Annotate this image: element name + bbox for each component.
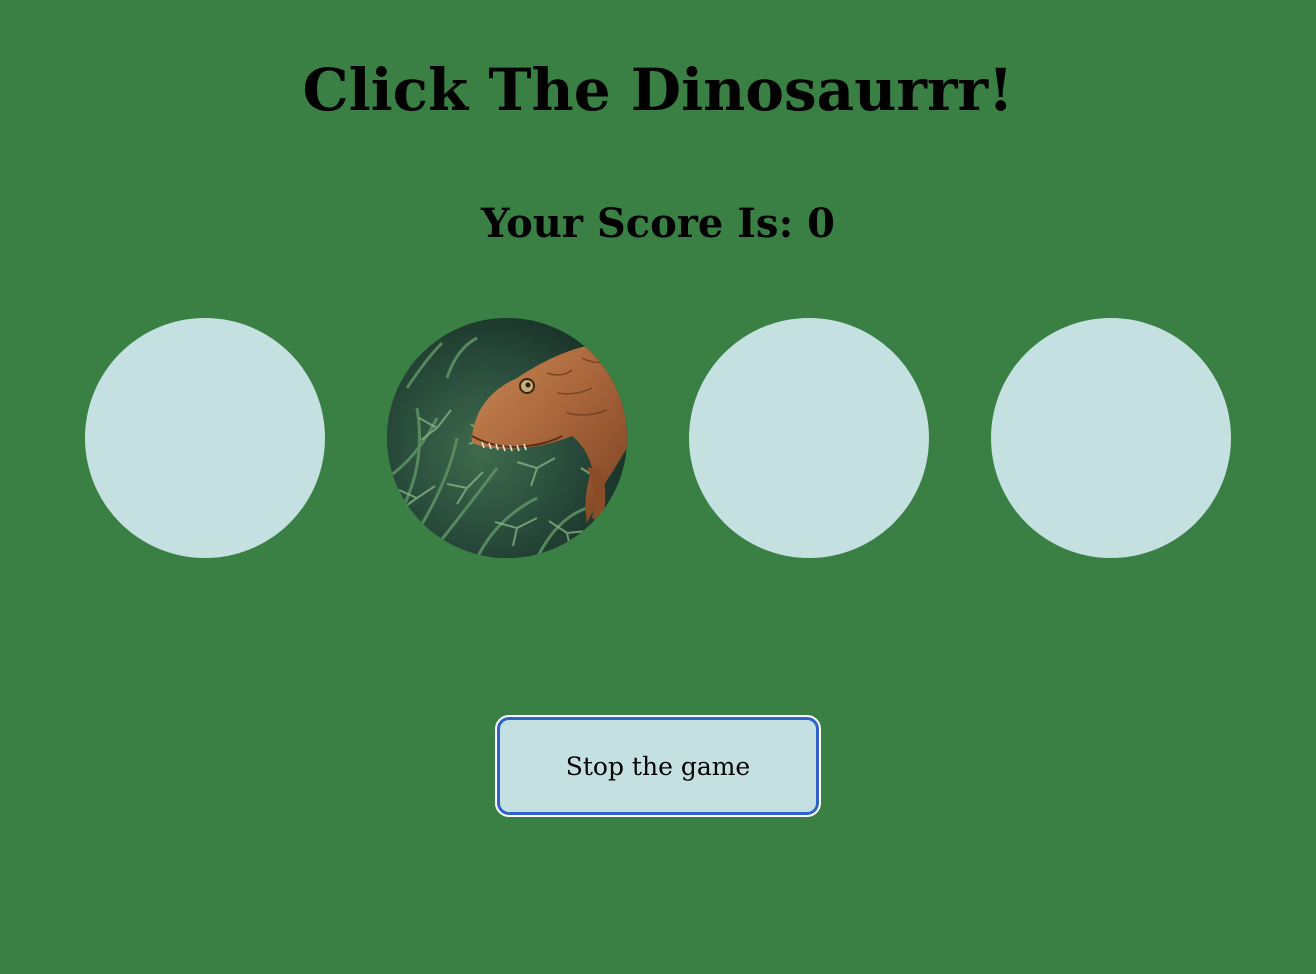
hole-4[interactable]	[991, 318, 1231, 558]
hole-3[interactable]	[689, 318, 929, 558]
hole-2[interactable]	[387, 318, 627, 558]
score-value: 0	[807, 200, 835, 247]
dinosaur-image[interactable]	[387, 318, 627, 558]
score-display: Your Score Is: 0	[0, 196, 1316, 252]
hole-row	[85, 318, 1231, 558]
score-label: Your Score Is:	[481, 200, 808, 247]
game-title: Click The Dinosaurrr!	[302, 56, 1014, 124]
stop-game-button[interactable]: Stop the game	[495, 715, 821, 817]
hole-1[interactable]	[85, 318, 325, 558]
